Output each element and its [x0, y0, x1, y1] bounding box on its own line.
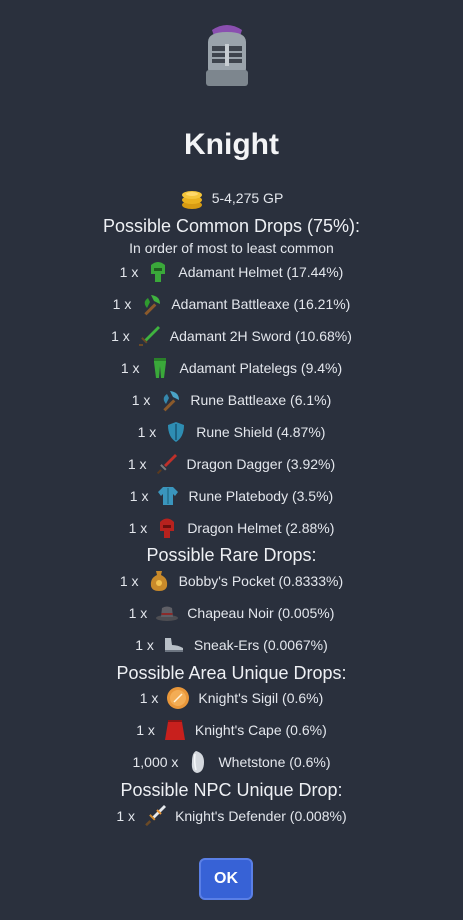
drop-row: 1 x Rune Battleaxe (6.1%) — [0, 384, 463, 416]
drop-row: 1 x Adamant Helmet (17.44%) — [0, 256, 463, 288]
drop-label: Adamant Platelegs (9.4%) — [179, 360, 343, 376]
drop-label: Adamant 2H Sword (10.68%) — [169, 328, 352, 344]
drop-qty: 1 x — [111, 328, 130, 344]
drop-row: 1 x Rune Shield (4.87%) — [0, 416, 463, 448]
drop-row: 1 x Knight's Defender (0.008%) — [0, 800, 463, 832]
drop-qty: 1 x — [136, 722, 155, 738]
dragon-helmet-icon — [155, 516, 179, 540]
drop-qty: 1 x — [119, 573, 139, 589]
drop-qty: 1 x — [135, 637, 154, 653]
whetstone-icon — [186, 750, 210, 774]
adamant-battleaxe-icon — [139, 292, 163, 316]
npc-unique-heading: Possible NPC Unique Drop: — [120, 780, 343, 800]
drop-label: Dragon Helmet (2.88%) — [187, 520, 335, 536]
drop-label: Rune Shield (4.87%) — [196, 424, 326, 440]
bobbys-pocket-icon — [147, 569, 171, 593]
drop-row: 1 x Adamant Platelegs (9.4%) — [0, 352, 463, 384]
drop-qty: 1 x — [116, 808, 136, 824]
common-drops-heading: Possible Common Drops (75%): — [102, 216, 361, 236]
drop-qty: 1 x — [112, 296, 132, 312]
drop-label: Adamant Helmet (17.44%) — [178, 264, 344, 280]
loot-modal: Knight 5-4,275 GP Possible Common Drops … — [0, 0, 463, 920]
knights-defender-icon — [143, 804, 167, 828]
drop-row: 1 x Dragon Helmet (2.88%) — [0, 512, 463, 544]
rune-shield-icon — [164, 420, 188, 444]
drop-row: 1 x Bobby's Pocket (0.8333%) — [0, 565, 463, 597]
drop-label: Adamant Battleaxe (16.21%) — [171, 296, 351, 312]
knights-cape-icon — [163, 718, 187, 742]
knights-sigil-icon — [166, 686, 190, 710]
drop-row: 1 x Sneak-Ers (0.0067%) — [0, 629, 463, 661]
drop-qty: 1 x — [127, 456, 147, 472]
drop-row: 1 x Dragon Dagger (3.92%) — [0, 448, 463, 480]
common-drops-subheading: In order of most to least common — [129, 240, 334, 256]
adamant-2h-sword-icon — [138, 324, 162, 348]
drop-qty: 1 x — [129, 488, 149, 504]
knight-helmet-icon — [200, 22, 254, 88]
drop-label: Rune Battleaxe (6.1%) — [190, 392, 332, 408]
drop-qty: 1,000 x — [132, 754, 179, 770]
drop-row: 1 x Knight's Sigil (0.6%) — [0, 682, 463, 714]
npc-name-title: Knight — [184, 128, 279, 161]
drop-row: 1,000 x Whetstone (0.6%) — [0, 746, 463, 778]
drop-qty: 1 x — [137, 424, 157, 440]
rune-platebody-icon — [156, 484, 180, 508]
chapeau-noir-icon — [155, 601, 179, 625]
drop-label: Knight's Cape (0.6%) — [194, 722, 327, 738]
drop-label: Knight's Sigil (0.6%) — [198, 690, 324, 706]
drop-qty: 1 x — [128, 605, 148, 621]
ok-button[interactable]: OK — [199, 858, 253, 900]
rare-drops-heading: Possible Rare Drops: — [146, 545, 317, 565]
drop-qty: 1 x — [128, 520, 148, 536]
drop-row: 1 x Adamant 2H Sword (10.68%) — [0, 320, 463, 352]
rune-battleaxe-icon — [158, 388, 182, 412]
drop-row: 1 x Rune Platebody (3.5%) — [0, 480, 463, 512]
drop-label: Knight's Defender (0.008%) — [175, 808, 347, 824]
drop-row: 1 x Adamant Battleaxe (16.21%) — [0, 288, 463, 320]
area-drops-heading: Possible Area Unique Drops: — [116, 663, 347, 683]
drop-row: 1 x Knight's Cape (0.6%) — [0, 714, 463, 746]
adamant-platelegs-icon — [148, 356, 172, 380]
adamant-helmet-icon — [146, 260, 170, 284]
coins-row: 5-4,275 GP — [0, 182, 463, 214]
drop-label: Rune Platebody (3.5%) — [188, 488, 334, 504]
drop-qty: 1 x — [119, 264, 139, 280]
coins-amount: 5-4,275 GP — [211, 190, 284, 206]
drop-label: Bobby's Pocket (0.8333%) — [178, 573, 344, 589]
sneak-ers-icon — [162, 633, 186, 657]
drop-label: Dragon Dagger (3.92%) — [186, 456, 336, 472]
drop-label: Chapeau Noir (0.005%) — [187, 605, 335, 621]
drop-row: 1 x Chapeau Noir (0.005%) — [0, 597, 463, 629]
drop-qty: 1 x — [131, 392, 151, 408]
dragon-dagger-icon — [155, 452, 179, 476]
coins-icon — [180, 186, 204, 210]
drop-qty: 1 x — [139, 690, 159, 706]
drop-qty: 1 x — [120, 360, 140, 376]
drop-label: Sneak-Ers (0.0067%) — [193, 637, 328, 653]
drop-label: Whetstone (0.6%) — [218, 754, 331, 770]
